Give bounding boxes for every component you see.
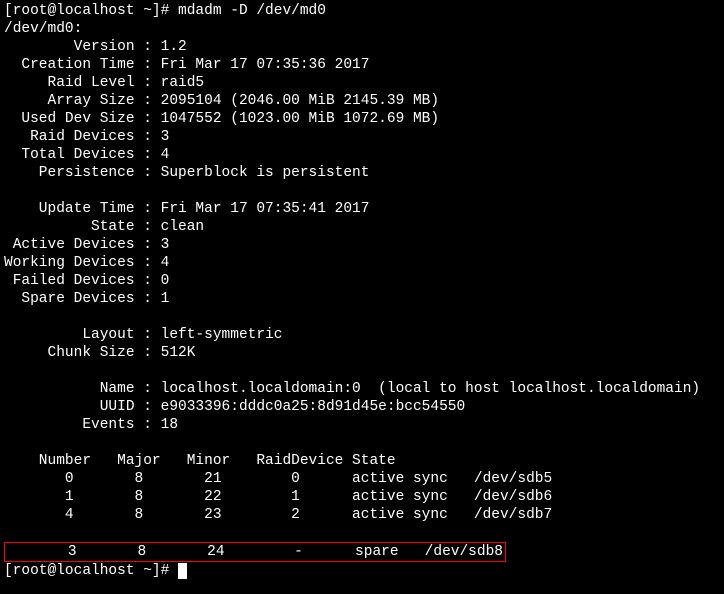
field-name: Name : localhost.localdomain:0 (local to… (4, 380, 720, 398)
cursor-icon (178, 563, 187, 579)
field-events: Events : 18 (4, 416, 720, 434)
field-used-dev-size: Used Dev Size : 1047552 (1023.00 MiB 107… (4, 110, 720, 128)
field-creation-time: Creation Time : Fri Mar 17 07:35:36 2017 (4, 56, 720, 74)
command-line[interactable]: [root@localhost ~]# mdadm -D /dev/md0 (4, 2, 720, 20)
table-row-spare: 3 8 24 - spare /dev/sdb8 (4, 542, 506, 562)
blank-line-2 (4, 308, 720, 326)
shell-prompt: [root@localhost ~]# (4, 563, 178, 579)
table-row: 0 8 21 0 active sync /dev/sdb5 (4, 470, 720, 488)
field-array-size: Array Size : 2095104 (2046.00 MiB 2145.3… (4, 92, 720, 110)
field-persistence: Persistence : Superblock is persistent (4, 164, 720, 182)
field-working-devices: Working Devices : 4 (4, 254, 720, 272)
device-table-header: Number Major Minor RaidDevice State (4, 452, 720, 470)
next-prompt[interactable]: [root@localhost ~]# (4, 562, 720, 580)
blank-line-5 (4, 524, 720, 542)
device-header: /dev/md0: (4, 20, 720, 38)
field-chunk-size: Chunk Size : 512K (4, 344, 720, 362)
spare-row-highlight: 3 8 24 - spare /dev/sdb8 (4, 542, 720, 562)
field-active-devices: Active Devices : 3 (4, 236, 720, 254)
blank-line-3 (4, 362, 720, 380)
table-row: 4 8 23 2 active sync /dev/sdb7 (4, 506, 720, 524)
field-uuid: UUID : e9033396:dddc0a25:8d91d45e:bcc545… (4, 398, 720, 416)
field-version: Version : 1.2 (4, 38, 720, 56)
field-total-devices: Total Devices : 4 (4, 146, 720, 164)
shell-prompt: [root@localhost ~]# (4, 3, 178, 19)
field-raid-level: Raid Level : raid5 (4, 74, 720, 92)
field-update-time: Update Time : Fri Mar 17 07:35:41 2017 (4, 200, 720, 218)
field-spare-devices: Spare Devices : 1 (4, 290, 720, 308)
field-failed-devices: Failed Devices : 0 (4, 272, 720, 290)
shell-command: mdadm -D /dev/md0 (178, 3, 326, 19)
field-layout: Layout : left-symmetric (4, 326, 720, 344)
blank-line-4 (4, 434, 720, 452)
field-state: State : clean (4, 218, 720, 236)
blank-line-1 (4, 182, 720, 200)
field-raid-devices: Raid Devices : 3 (4, 128, 720, 146)
table-row: 1 8 22 1 active sync /dev/sdb6 (4, 488, 720, 506)
